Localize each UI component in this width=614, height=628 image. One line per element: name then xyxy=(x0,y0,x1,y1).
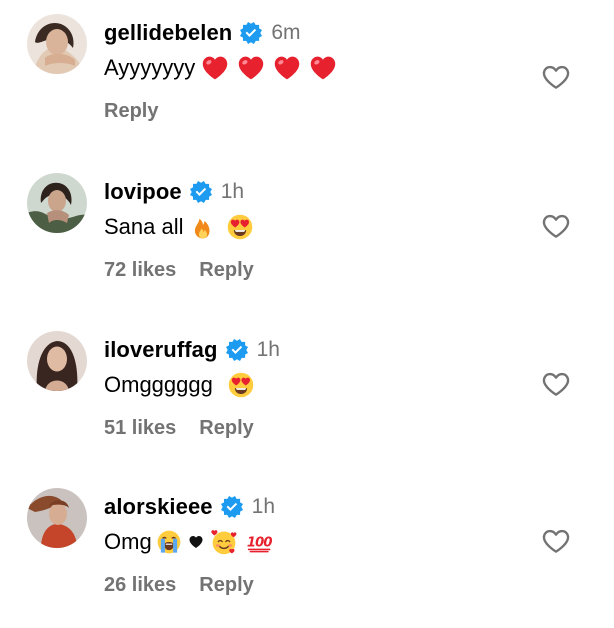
red-heart-icon xyxy=(309,54,337,82)
hundred-points-icon xyxy=(246,528,274,556)
verified-badge-icon xyxy=(226,339,248,361)
fire-icon xyxy=(190,213,216,241)
comment-username[interactable]: lovipoe xyxy=(104,179,182,205)
red-heart-icon xyxy=(201,54,229,82)
like-heart-icon[interactable] xyxy=(540,369,572,399)
verified-badge-icon xyxy=(240,22,262,44)
smiling-with-hearts-icon xyxy=(210,528,238,556)
heart-eyes-icon xyxy=(227,371,255,399)
comment-timestamp[interactable]: 6m xyxy=(271,21,300,45)
like-count[interactable]: 72 likes xyxy=(104,259,176,282)
like-count[interactable]: 26 likes xyxy=(104,574,176,597)
comment-text: Omg xyxy=(104,529,152,554)
comment-text: Ayyyyyyy xyxy=(104,55,196,80)
red-heart-icon xyxy=(273,54,301,82)
comment-username[interactable]: iloveruffag xyxy=(104,337,218,363)
verified-badge-icon xyxy=(221,496,243,518)
loudly-crying-icon xyxy=(156,529,182,555)
comment-username[interactable]: alorskieee xyxy=(104,494,213,520)
avatar[interactable] xyxy=(27,173,87,233)
comment-timestamp[interactable]: 1h xyxy=(252,495,275,519)
comment-timestamp[interactable]: 1h xyxy=(221,180,244,204)
avatar[interactable] xyxy=(27,14,87,74)
reply-button[interactable]: Reply xyxy=(199,417,253,440)
avatar[interactable] xyxy=(27,488,87,548)
heart-eyes-icon xyxy=(226,213,254,241)
comment-text: Omgggggg xyxy=(104,372,213,397)
comment-text: Sana all xyxy=(104,214,184,239)
black-heart-icon xyxy=(188,534,204,550)
reply-button[interactable]: Reply xyxy=(104,100,158,123)
like-heart-icon[interactable] xyxy=(540,211,572,241)
like-heart-icon[interactable] xyxy=(540,526,572,556)
like-heart-icon[interactable] xyxy=(540,62,572,92)
red-heart-icon xyxy=(237,54,265,82)
reply-button[interactable]: Reply xyxy=(199,259,253,282)
verified-badge-icon xyxy=(190,181,212,203)
avatar[interactable] xyxy=(27,331,87,391)
like-count[interactable]: 51 likes xyxy=(104,417,176,440)
comment-timestamp[interactable]: 1h xyxy=(257,338,280,362)
reply-button[interactable]: Reply xyxy=(199,574,253,597)
comment-username[interactable]: gellidebelen xyxy=(104,20,232,46)
